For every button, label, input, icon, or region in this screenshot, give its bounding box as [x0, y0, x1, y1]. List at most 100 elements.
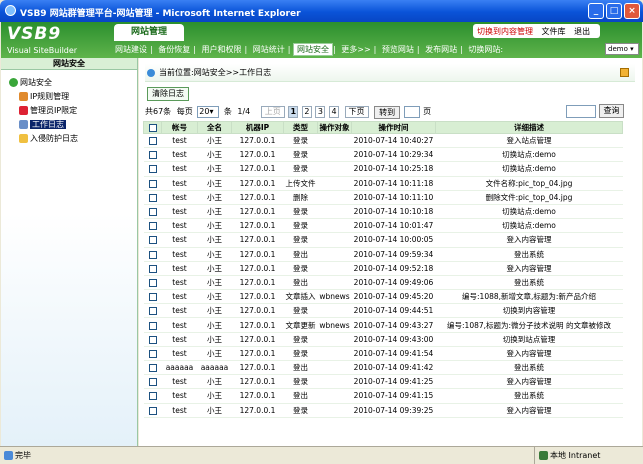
table-row: test 小王 127.0.0.1 文章插入 wbnews 2010-07-14 09:4… [143, 289, 623, 305]
logout-link[interactable]: 退出 [574, 27, 590, 36]
col-time[interactable]: 操作时间 [351, 121, 436, 134]
row-checkbox[interactable] [148, 406, 157, 415]
table-cell: 小王 [197, 332, 232, 347]
table-cell: 登入内容管理 [435, 232, 623, 248]
table-cell: 小王 [197, 275, 232, 291]
row-checkbox[interactable] [148, 137, 157, 146]
table-cell: 2010-07-14 09:39:25 [351, 403, 436, 418]
row-checkbox[interactable] [148, 193, 157, 202]
table-cell: 2010-07-14 10:11:18 [351, 176, 436, 191]
table-cell: test [161, 403, 198, 418]
row-checkbox[interactable] [148, 335, 157, 344]
search-input[interactable] [566, 105, 596, 118]
col-description[interactable]: 详细描述 [435, 121, 623, 134]
row-checkbox[interactable] [148, 165, 157, 174]
sidebar-item-intrusion-log[interactable]: 入侵防护日志 [9, 132, 137, 146]
goto-page-input[interactable] [403, 106, 420, 118]
row-checkbox[interactable] [148, 278, 157, 287]
table-cell: 登录 [283, 374, 318, 390]
table-cell: 127.0.0.1 [231, 133, 284, 149]
row-checkbox[interactable] [148, 307, 157, 316]
col-type[interactable]: 类型 [283, 121, 318, 134]
clear-log-button[interactable]: 清除日志 [147, 87, 189, 101]
sidebar-item-ip-rules[interactable]: IP规则管理 [9, 90, 137, 104]
per-page-select[interactable]: 20▾ [197, 106, 220, 118]
row-checkbox[interactable] [148, 264, 157, 273]
row-checkbox[interactable] [148, 179, 157, 188]
page-1[interactable]: 1 [288, 106, 299, 118]
table-cell [317, 176, 352, 191]
select-all-checkbox[interactable] [148, 124, 157, 132]
table-cell: 登录 [283, 161, 318, 177]
nav-site-build[interactable]: 网站建设 [112, 42, 150, 57]
row-checkbox[interactable] [148, 349, 157, 358]
page-3[interactable]: 3 [315, 106, 326, 118]
minimize-button[interactable]: _ [588, 3, 604, 19]
nav-publish[interactable]: 发布网站 [422, 42, 460, 57]
table-cell: 2010-07-14 09:49:06 [351, 275, 436, 291]
table-cell: 编号:1088,新增文章,标题为:新产品介绍 [435, 289, 623, 305]
nav-more[interactable]: 更多>> [338, 42, 373, 57]
pager: 共67条 每页 20▾ 条 1/4 上页 1 2 3 4 下页 转到 页 [145, 105, 431, 119]
row-checkbox[interactable] [148, 321, 157, 330]
table-row: test 小王 127.0.0.1 文章更新 wbnews 2010-07-14 09:4… [143, 317, 623, 333]
row-checkbox[interactable] [148, 364, 157, 373]
table-cell [317, 275, 352, 291]
breadcrumb: 当前位置:网站安全>>工作日志 [145, 64, 635, 82]
switch-content-link[interactable]: 切换到内容管理 [477, 27, 533, 36]
table-cell: 127.0.0.1 [231, 176, 284, 191]
table-cell: 登录 [283, 261, 318, 276]
table-cell: 127.0.0.1 [231, 204, 284, 220]
ip-icon [19, 106, 28, 115]
table-cell [317, 218, 352, 234]
close-button[interactable]: × [624, 3, 640, 19]
table-cell: 2010-07-14 10:25:18 [351, 161, 436, 177]
main-content: 当前位置:网站安全>>工作日志 清除日志 共67条 每页 20▾ 条 1/4 上… [139, 58, 642, 446]
table-cell: 登出 [283, 247, 318, 262]
col-ip[interactable]: 机器IP [231, 121, 284, 134]
nav-backup[interactable]: 备份恢复 [155, 42, 193, 57]
table-cell: test [161, 289, 198, 305]
tree-root[interactable]: 网站安全 [9, 76, 137, 90]
row-checkbox[interactable] [148, 208, 157, 217]
row-checkbox[interactable] [148, 222, 157, 231]
tab-site-management[interactable]: 网站管理 [114, 24, 184, 41]
maximize-button[interactable]: □ [606, 3, 622, 19]
site-select[interactable]: demo ▾ [605, 43, 639, 55]
location-icon [147, 69, 155, 77]
table-row: test 小王 127.0.0.1 登录 2010-07-14 09:43:00 切换到站… [143, 332, 623, 347]
nav-security[interactable]: 网站安全 [293, 43, 333, 56]
nav-users[interactable]: 用户和权限 [199, 42, 245, 57]
row-checkbox[interactable] [148, 293, 157, 302]
top-links: 切换到内容管理 文件库 退出 [473, 24, 601, 38]
table-cell: 2010-07-14 09:41:15 [351, 388, 436, 404]
goto-button[interactable]: 转到 [374, 105, 401, 119]
sidebar-item-work-log[interactable]: 工作日志 [9, 118, 137, 132]
row-checkbox[interactable] [148, 392, 157, 401]
search-button[interactable]: 查询 [599, 104, 624, 118]
prev-page-button[interactable]: 上页 [260, 106, 285, 118]
page-4[interactable]: 4 [328, 106, 339, 118]
row-checkbox[interactable] [148, 250, 157, 259]
col-fullname[interactable]: 全名 [197, 121, 232, 134]
zone-text: 本地 Intranet [550, 451, 601, 460]
table-cell [317, 204, 352, 220]
table-cell [317, 190, 352, 205]
file-library-link[interactable]: 文件库 [542, 27, 566, 36]
row-checkbox[interactable] [148, 151, 157, 160]
page-2[interactable]: 2 [301, 106, 312, 118]
table-cell: 127.0.0.1 [231, 403, 284, 418]
col-account[interactable]: 帐号 [161, 121, 198, 134]
sidebar-item-admin-ip[interactable]: 管理员IP限定 [9, 104, 137, 118]
row-checkbox[interactable] [148, 236, 157, 245]
up-level-icon[interactable] [620, 68, 629, 77]
next-page-button[interactable]: 下页 [344, 106, 369, 118]
table-cell: 2010-07-14 09:45:20 [351, 289, 436, 305]
table-cell [317, 147, 352, 163]
nav-stats[interactable]: 网站统计 [250, 42, 288, 57]
table-cell: 2010-07-14 09:59:34 [351, 247, 436, 262]
col-object[interactable]: 操作对象 [317, 121, 352, 134]
table-cell: 小王 [197, 232, 232, 248]
row-checkbox[interactable] [148, 378, 157, 387]
nav-preview[interactable]: 预览网站 [379, 42, 417, 57]
